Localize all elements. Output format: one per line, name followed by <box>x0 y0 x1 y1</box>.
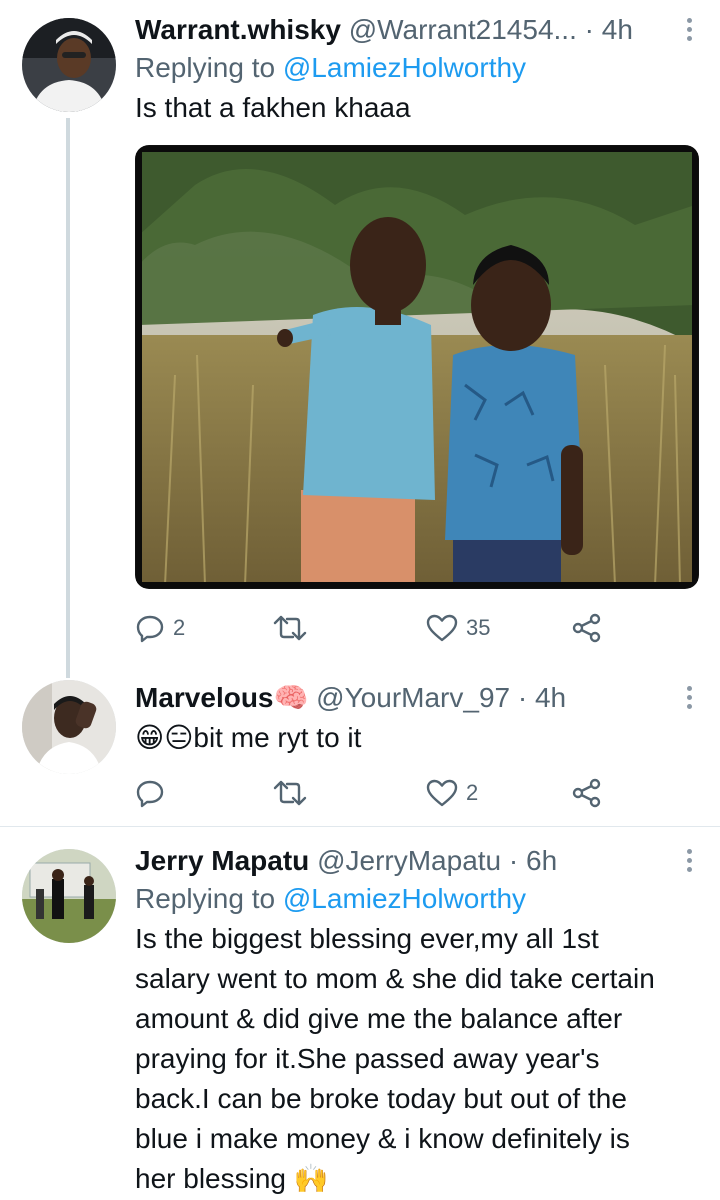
reply-button[interactable]: 2 <box>135 611 185 645</box>
tweet-text-line: praying for it.She passed away year's <box>135 1043 600 1074</box>
emoji-icon: 😁😑 <box>135 722 194 753</box>
share-icon <box>572 778 601 808</box>
tweet-warrant[interactable]: Warrant.whisky @Warrant21454... · 4h Rep… <box>0 0 720 678</box>
tweet-header: Warrant.whisky @Warrant21454... · 4h <box>135 12 700 48</box>
reply-icon <box>136 615 164 643</box>
more-icon[interactable] <box>684 849 694 879</box>
user-handle[interactable]: @Warrant21454... <box>349 14 577 45</box>
separator-dot: · <box>517 682 528 713</box>
more-icon[interactable] <box>684 18 694 48</box>
tweet-header: Marvelous🧠 @YourMarv_97 · 4h <box>135 680 700 716</box>
retweet-button[interactable] <box>273 776 315 810</box>
tweet-actions: 2 35 <box>135 611 615 645</box>
mention-link[interactable]: @LamiezHolworthy <box>283 883 526 914</box>
tweet-actions: 2 <box>135 776 615 810</box>
replying-to: Replying to @LamiezHolworthy <box>135 881 700 917</box>
tweet-media-image[interactable] <box>135 145 699 589</box>
like-icon <box>426 614 458 642</box>
like-button[interactable]: 35 <box>426 611 490 645</box>
tweet-text-line: blue i make money & i know definitely is <box>135 1123 630 1154</box>
mention-link[interactable]: @LamiezHolworthy <box>283 52 526 83</box>
separator-dot: · <box>508 845 519 876</box>
tweet-jerry[interactable]: Jerry Mapatu @JerryMapatu · 6h Replying … <box>0 827 720 1200</box>
more-icon[interactable] <box>684 686 694 716</box>
tweet-text-line: her blessing 🙌 <box>135 1163 329 1194</box>
brain-emoji-icon: 🧠 <box>273 682 309 713</box>
like-icon <box>426 779 458 807</box>
replying-prefix: Replying to <box>135 883 283 914</box>
avatar-marvelous[interactable] <box>22 680 116 774</box>
tweet-marvelous[interactable]: Marvelous🧠 @YourMarv_97 · 4h 😁😑bit me ry… <box>0 670 720 826</box>
timestamp[interactable]: 4h <box>602 14 633 45</box>
share-icon <box>572 613 601 643</box>
retweet-icon <box>273 780 307 806</box>
replying-to: Replying to @LamiezHolworthy <box>135 50 700 86</box>
reply-icon <box>136 780 164 808</box>
reply-count: 2 <box>173 615 186 640</box>
user-handle[interactable]: @JerryMapatu <box>317 845 501 876</box>
thread-line <box>66 118 70 678</box>
tweet-text: 😁😑bit me ryt to it <box>135 718 700 758</box>
separator-dot: · <box>584 14 594 45</box>
avatar-jerry[interactable] <box>22 849 116 943</box>
retweet-icon <box>273 615 307 641</box>
timestamp[interactable]: 6h <box>526 845 557 876</box>
tweet-text: Is the biggest blessing ever,my all 1st … <box>135 919 700 1199</box>
like-button[interactable]: 2 <box>426 776 478 810</box>
tweet-text-body: bit me ryt to it <box>193 722 362 753</box>
share-button[interactable] <box>571 611 603 645</box>
retweet-button[interactable] <box>273 611 315 645</box>
tweet-header: Jerry Mapatu @JerryMapatu · 6h <box>135 843 700 879</box>
tweet-text-line: salary went to mom & she did take certai… <box>135 963 655 994</box>
like-count: 2 <box>466 780 479 805</box>
display-name[interactable]: Marvelous <box>135 682 274 713</box>
display-name[interactable]: Warrant.whisky <box>135 14 341 45</box>
tweet-text-line: amount & did give me the balance after <box>135 1003 623 1034</box>
tweet-text: Is that a fakhen khaaa <box>135 92 411 123</box>
tweet-text-line: Is the biggest blessing ever,my all 1st <box>135 923 599 954</box>
like-count: 35 <box>466 615 491 640</box>
reply-button[interactable] <box>135 776 173 810</box>
tweet-text-line: back.I can be broke today but out of the <box>135 1083 627 1114</box>
replying-prefix: Replying to <box>135 52 283 83</box>
display-name[interactable]: Jerry Mapatu <box>135 845 309 876</box>
user-handle[interactable]: @YourMarv_97 <box>316 682 510 713</box>
share-button[interactable] <box>571 776 603 810</box>
avatar-warrant[interactable] <box>22 18 116 112</box>
timestamp[interactable]: 4h <box>535 682 566 713</box>
